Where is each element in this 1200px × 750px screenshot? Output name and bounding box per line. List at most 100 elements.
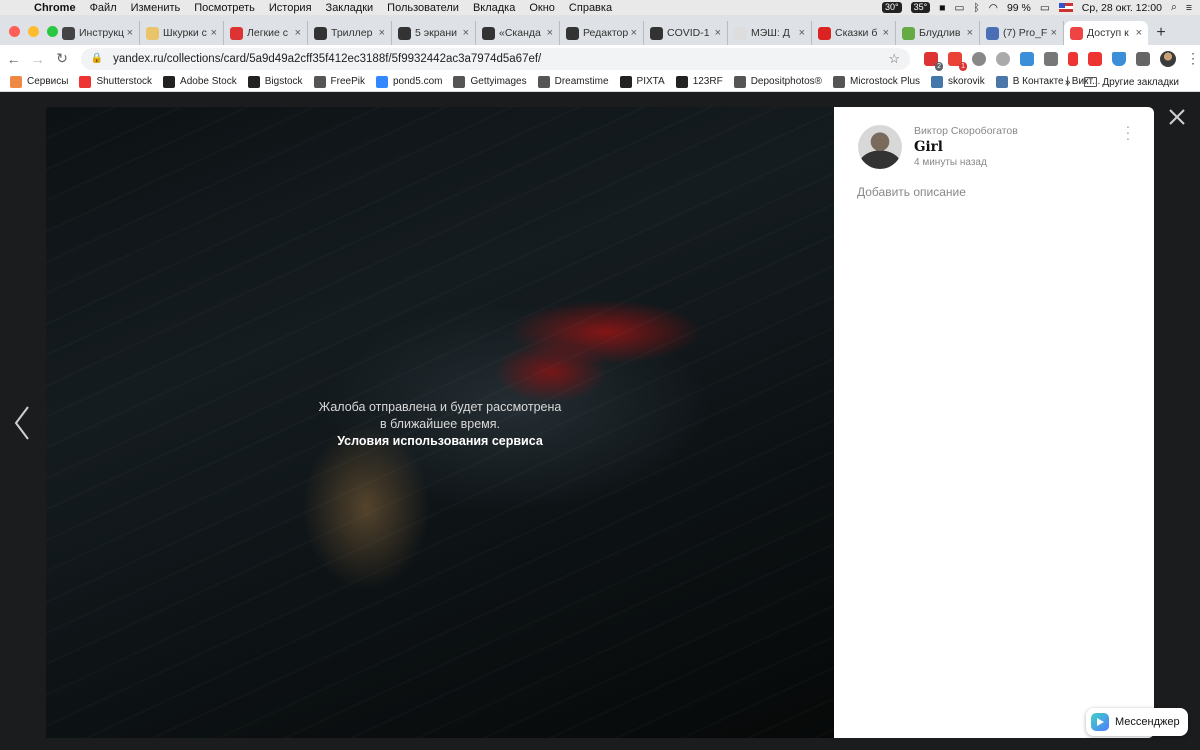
tab-close-icon[interactable]: ×	[715, 27, 721, 39]
bookmark-ext-icon[interactable]	[1068, 51, 1079, 66]
more-options-icon[interactable]: · · ·	[1124, 119, 1132, 145]
author-name[interactable]: Виктор Скоробогатов	[914, 125, 1018, 137]
us-flag-icon[interactable]	[1058, 3, 1073, 12]
menu-tab[interactable]: Вкладка	[473, 2, 515, 14]
tab-close-icon[interactable]: ×	[547, 27, 553, 39]
tab-close-icon[interactable]: ×	[799, 27, 805, 39]
menu-people[interactable]: Пользователи	[387, 2, 459, 14]
url-text[interactable]: yandex.ru/collections/card/5a9d49a2cff35…	[113, 53, 541, 65]
forward-arrow-icon[interactable]: →	[27, 51, 48, 67]
dropbox-icon[interactable]: ■	[939, 2, 945, 14]
puzzle-icon[interactable]	[1044, 51, 1059, 66]
menu-edit[interactable]: Изменить	[131, 2, 181, 14]
menu-file[interactable]: Файл	[90, 2, 117, 14]
drive-icon[interactable]	[1112, 51, 1127, 66]
tab-close-icon[interactable]: ×	[211, 27, 217, 39]
cpu-temp-badge[interactable]: 30°	[881, 2, 902, 13]
menu-help[interactable]: Справка	[569, 2, 612, 14]
browser-tab[interactable]: Сказки б ×	[812, 21, 896, 45]
browser-tab[interactable]: МЭШ: Д ×	[728, 21, 812, 45]
bookmark-item[interactable]: Dreamstime	[537, 75, 609, 88]
previous-arrow-icon[interactable]	[12, 405, 32, 441]
menu-history[interactable]: История	[269, 2, 312, 14]
battery-label[interactable]: 99 %	[1007, 2, 1031, 14]
bookmark-favicon-icon	[247, 75, 260, 88]
browser-tab[interactable]: Триллер ×	[308, 21, 392, 45]
save-ext-icon[interactable]	[1088, 51, 1103, 66]
bookmark-item[interactable]: Shutterstock	[79, 75, 152, 88]
bookmarks-overflow-chevron[interactable]: »	[1065, 77, 1071, 88]
author-avatar[interactable]	[858, 125, 902, 169]
wifi-icon[interactable]: ◠	[989, 2, 998, 14]
profile-avatar[interactable]	[1160, 50, 1177, 67]
browser-tab[interactable]: Доступ к ×	[1064, 21, 1148, 45]
tab-close-icon[interactable]: ×	[463, 27, 469, 39]
bookmark-star-icon[interactable]: ☆	[888, 51, 900, 67]
new-tab-button[interactable]: +	[1148, 21, 1174, 45]
messenger-button[interactable]: Мессенджер	[1086, 708, 1188, 736]
card-title: Girl	[914, 139, 943, 155]
bookmark-item[interactable]: pond5.com	[376, 75, 442, 88]
bookmark-item[interactable]: skorovik	[931, 75, 985, 88]
chrome-menu-icon[interactable]: ⋮	[1186, 50, 1200, 67]
tab-close-icon[interactable]: ×	[295, 27, 301, 39]
tab-close-icon[interactable]: ×	[1136, 27, 1142, 39]
other-bookmarks[interactable]: Другие закладки	[1084, 77, 1179, 88]
browser-tab[interactable]: Инструкц ×	[56, 21, 140, 45]
browser-tab[interactable]: «Сканда ×	[476, 21, 560, 45]
lightbulb-icon[interactable]	[996, 51, 1011, 66]
terms-link[interactable]: Условия использования сервиса	[46, 433, 834, 450]
bookmark-item[interactable]: Adobe Stock	[163, 75, 237, 88]
bluetooth-icon[interactable]: ᛒ	[973, 2, 979, 14]
extension-blue-icon[interactable]	[1020, 51, 1035, 66]
clock[interactable]: Ср, 28 окт. 12:00	[1082, 2, 1162, 14]
address-bar[interactable]: 🔒 yandex.ru/collections/card/5a9d49a2cff…	[80, 47, 911, 70]
bookmark-item[interactable]: Сервисы	[10, 75, 68, 88]
bookmark-item[interactable]: 123RF	[675, 75, 723, 88]
minimize-window-button[interactable]	[28, 26, 39, 37]
lock-icon[interactable]: 🔒	[91, 53, 103, 64]
add-description-button[interactable]: Добавить описание	[857, 185, 966, 199]
browser-tab[interactable]: Легкие с ×	[224, 21, 308, 45]
tab-favicon-icon	[986, 26, 999, 40]
display-icon[interactable]: ▭	[955, 2, 965, 14]
tab-favicon-icon	[566, 26, 579, 40]
tab-close-icon[interactable]: ×	[1051, 27, 1057, 39]
tab-title: Доступ к	[1087, 27, 1129, 39]
bookmark-item[interactable]: Microstock Plus	[833, 75, 920, 88]
tab-close-icon[interactable]: ×	[127, 27, 133, 39]
menu-bookmarks[interactable]: Закладки	[326, 2, 374, 14]
notice-line-1: Жалоба отправлена и будет рассмотрена	[318, 400, 562, 414]
browser-tab[interactable]: COVID-1 ×	[644, 21, 728, 45]
browser-tab[interactable]: Редактор ×	[560, 21, 644, 45]
bookmark-item[interactable]: Bigstock	[247, 75, 303, 88]
tab-close-icon[interactable]: ×	[967, 27, 973, 39]
bookmark-item[interactable]: PIXTA	[619, 75, 665, 88]
tab-title: COVID-1	[667, 27, 710, 39]
back-arrow-icon[interactable]: ←	[3, 51, 24, 67]
extension-icon[interactable]: 2	[924, 51, 944, 71]
reload-icon[interactable]: ↻	[51, 50, 72, 67]
bookmark-item[interactable]: Gettyimages	[453, 75, 527, 88]
spotlight-search-icon[interactable]: ⌕	[1171, 1, 1177, 14]
extensions-icon[interactable]	[1136, 51, 1151, 66]
menu-chrome[interactable]: Chrome	[34, 2, 76, 14]
tab-close-icon[interactable]: ×	[631, 27, 637, 39]
bookmark-item[interactable]: Depositphotos®	[733, 75, 822, 88]
menu-view[interactable]: Посмотреть	[194, 2, 255, 14]
tab-close-icon[interactable]: ×	[379, 27, 385, 39]
browser-tab[interactable]: Блудлив ×	[896, 21, 980, 45]
menu-window[interactable]: Окно	[529, 2, 555, 14]
pinterest-icon[interactable]	[972, 51, 987, 66]
browser-tab[interactable]: (7) Pro_F ×	[980, 21, 1064, 45]
browser-tab[interactable]: 5 экрани ×	[392, 21, 476, 45]
control-center-icon[interactable]: ≡	[1186, 2, 1192, 14]
battery-icon[interactable]: ▭	[1040, 2, 1050, 14]
bookmark-item[interactable]: FreePik	[313, 75, 365, 88]
close-window-button[interactable]	[9, 26, 20, 37]
gmail-icon[interactable]: 1	[948, 51, 968, 71]
tab-close-icon[interactable]: ×	[883, 27, 889, 39]
browser-tab[interactable]: Шкурки с ×	[140, 21, 224, 45]
close-icon[interactable]	[1168, 108, 1186, 126]
gpu-temp-badge[interactable]: 35°	[910, 2, 931, 13]
